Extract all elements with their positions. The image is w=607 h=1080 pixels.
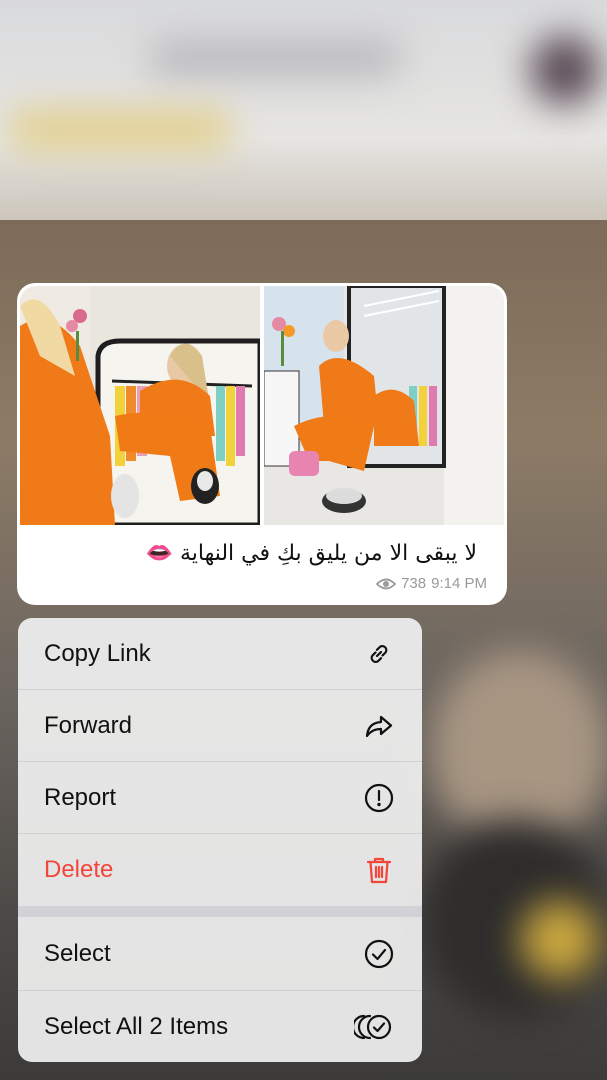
link-icon [364,639,394,669]
blurred-avatar [530,35,600,105]
menu-item-label: Delete [44,855,114,883]
message-bubble[interactable]: لا يبقى الا من يليق بكِ في النهاية 👄 738… [17,283,507,605]
multi-check-circle-icon [354,1012,394,1042]
context-menu: Copy Link Forward Report Delete Select S… [18,618,422,1062]
blurred-shape [520,900,600,980]
forward-arrow-icon [364,711,394,741]
menu-item-label: Select All 2 Items [44,1012,229,1040]
exclamation-circle-icon [364,783,394,813]
message-caption: لا يبقى الا من يليق بكِ في النهاية 👄 [145,541,477,566]
blurred-banner [10,110,230,150]
photo-mirror-selfie-2[interactable] [264,286,504,525]
trash-icon [364,855,394,885]
photo-illustration [264,286,504,525]
check-circle-icon [364,939,394,969]
blurred-title [150,40,400,75]
menu-item-label: Report [44,783,117,811]
view-count: 738 [401,575,427,592]
menu-item-report[interactable]: Report [18,762,422,833]
photo-illustration [20,286,260,525]
menu-item-delete[interactable]: Delete [18,834,422,905]
menu-item-select-all[interactable]: Select All 2 Items [18,991,422,1062]
photo-divider [260,286,264,525]
menu-item-select[interactable]: Select [18,918,422,989]
menu-item-forward[interactable]: Forward [18,690,422,761]
message-time: 9:14 PM [431,575,487,592]
photo-mirror-selfie-1[interactable] [20,286,260,525]
eye-icon [376,577,397,591]
menu-item-copy-link[interactable]: Copy Link [18,618,422,689]
message-meta: 738 9:14 PM [376,575,487,592]
menu-item-label: Forward [44,711,133,739]
menu-section-gap [18,906,422,917]
menu-item-label: Select [44,939,111,967]
menu-item-label: Copy Link [44,639,151,667]
